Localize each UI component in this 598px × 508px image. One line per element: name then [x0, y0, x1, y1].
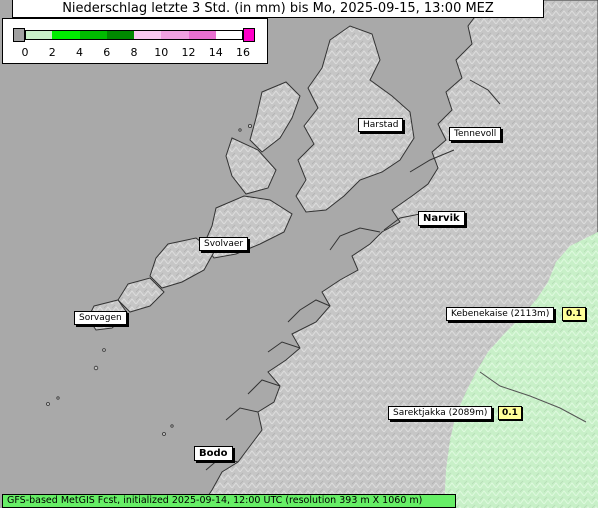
legend-segment: [243, 28, 255, 42]
legend-outline: [25, 30, 243, 40]
legend-tick-label: 12: [181, 46, 196, 59]
city-label-kebenekaise: Kebenekaise (2113m): [446, 307, 555, 321]
legend-segment: [13, 28, 25, 42]
legend-tick-label: 8: [130, 46, 138, 59]
city-label-sarektjakka: Sarektjakka (2089m): [388, 406, 493, 420]
city-label-bodo: Bodo: [194, 446, 233, 461]
model-info-footer: GFS-based MetGIS Fcst, initialized 2025-…: [2, 494, 456, 508]
legend-tick-label: 6: [103, 46, 111, 59]
precip-value-kebenekaise: 0.1: [562, 307, 586, 321]
precip-legend: 0 2 4 6 8 10 12 14 16: [2, 18, 268, 64]
city-label-narvik: Narvik: [418, 211, 465, 226]
legend-tick-label: 16: [236, 46, 250, 59]
map-canvas: [0, 0, 598, 508]
city-label-tennevoll: Tennevoll: [449, 127, 502, 141]
city-label-harstad: Harstad: [358, 118, 404, 132]
legend-tick-label: 2: [48, 46, 56, 59]
city-label-svolvaer: Svolvaer: [199, 237, 249, 251]
legend-tick-label: 0: [21, 46, 29, 59]
map-title: Niederschlag letzte 3 Std. (in mm) bis M…: [12, 0, 544, 18]
legend-tick-label: 4: [76, 46, 83, 59]
legend-color-bar: [13, 28, 257, 42]
city-label-sorvagen: Sorvagen: [74, 311, 127, 325]
precip-value-sarektjakka: 0.1: [498, 406, 522, 420]
legend-tick-label: 14: [208, 46, 223, 59]
legend-tick-label: 10: [154, 46, 169, 59]
